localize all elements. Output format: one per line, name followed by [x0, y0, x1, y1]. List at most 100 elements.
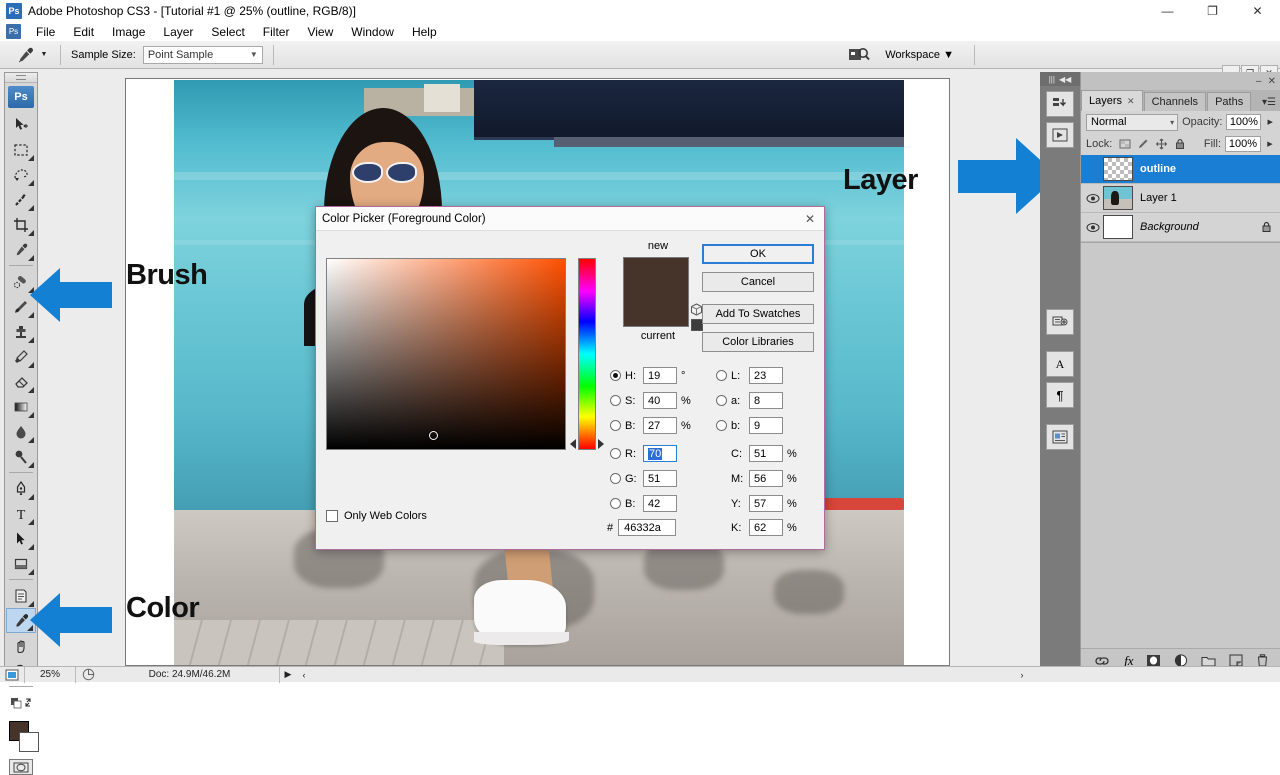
layer-thumbnail[interactable] — [1103, 215, 1133, 239]
magic-wand-tool[interactable] — [6, 187, 36, 212]
radio-blue[interactable] — [610, 498, 621, 509]
red-input[interactable]: 70 — [643, 445, 677, 462]
clone-stamp-tool[interactable] — [6, 319, 36, 344]
toolbox-app-badge[interactable]: Ps — [8, 86, 34, 108]
lock-all-icon[interactable] — [1174, 138, 1186, 150]
cancel-button[interactable]: Cancel — [702, 272, 814, 292]
character-icon[interactable]: A — [1046, 351, 1074, 377]
layer-visibility-icon[interactable] — [1083, 193, 1103, 204]
pen-tool[interactable] — [6, 476, 36, 501]
workspace-icon[interactable] — [847, 45, 871, 65]
saturation-brightness-field[interactable] — [326, 258, 566, 450]
minimize-button[interactable]: — — [1145, 0, 1190, 22]
quick-mask-icon[interactable] — [9, 759, 33, 775]
tool-preset-caret-icon[interactable]: ▼ — [38, 43, 50, 67]
status-preview-icon[interactable] — [76, 668, 100, 681]
blur-tool[interactable] — [6, 419, 36, 444]
layer-thumbnail[interactable] — [1103, 186, 1133, 210]
hue-slider[interactable] — [578, 258, 596, 450]
sample-size-select[interactable]: Point Sample ▼ — [142, 45, 263, 64]
yellow-input[interactable]: 57 — [749, 495, 783, 512]
menu-item-file[interactable]: File — [27, 23, 64, 41]
hex-input[interactable]: 46332a — [618, 519, 677, 536]
link-icon[interactable] — [1093, 655, 1111, 667]
radio-lab-l[interactable] — [716, 370, 727, 381]
blend-mode-select[interactable]: Normal ▾ — [1086, 113, 1179, 131]
radio-green[interactable] — [610, 473, 621, 484]
eraser-tool[interactable] — [6, 369, 36, 394]
ok-button[interactable]: OK — [702, 244, 814, 264]
menu-item-help[interactable]: Help — [403, 23, 446, 41]
slice-tool[interactable] — [6, 237, 36, 262]
lock-image-icon[interactable] — [1137, 138, 1149, 150]
close-icon[interactable]: ✕ — [802, 211, 818, 227]
menu-item-edit[interactable]: Edit — [64, 23, 103, 41]
blue-input[interactable]: 42 — [643, 495, 677, 512]
fill-stepper-icon[interactable]: ▶ — [1265, 140, 1275, 148]
lab-a-input[interactable]: 8 — [749, 392, 783, 409]
cyan-input[interactable]: 51 — [749, 445, 783, 462]
menu-item-select[interactable]: Select — [202, 23, 253, 41]
shape-tool[interactable] — [6, 551, 36, 576]
opacity-input[interactable]: 100% — [1226, 114, 1262, 130]
zoom-level[interactable]: 25% — [24, 666, 76, 683]
menu-item-filter[interactable]: Filter — [254, 23, 299, 41]
history-brush-tool[interactable] — [6, 344, 36, 369]
color-libraries-button[interactable]: Color Libraries — [702, 332, 814, 352]
dodge-tool[interactable] — [6, 444, 36, 469]
color-icon[interactable] — [1046, 309, 1074, 335]
collapse-icon[interactable]: ◀◀ — [1059, 75, 1071, 84]
gradient-tool[interactable] — [6, 394, 36, 419]
menu-item-window[interactable]: Window — [342, 23, 403, 41]
close-icon[interactable]: ✕ — [1127, 96, 1135, 107]
workspace-label[interactable]: Workspace ▼ — [885, 49, 954, 61]
layer-row-background[interactable]: Background — [1081, 213, 1280, 242]
lock-transparency-icon[interactable] — [1119, 138, 1131, 150]
radio-lab-a[interactable] — [716, 395, 727, 406]
radio-hue[interactable] — [610, 370, 621, 381]
background-color-swatch[interactable] — [19, 732, 39, 752]
color-field-marker[interactable] — [429, 431, 438, 440]
history-icon[interactable] — [1046, 91, 1074, 117]
layer-row-outline[interactable]: outline — [1081, 155, 1280, 184]
hue-input[interactable]: 19 — [643, 367, 677, 384]
restore-button[interactable]: ❐ — [1190, 0, 1235, 22]
green-input[interactable]: 51 — [643, 470, 677, 487]
marquee-tool[interactable] — [6, 137, 36, 162]
opacity-stepper-icon[interactable]: ▶ — [1265, 118, 1275, 126]
crop-tool[interactable] — [6, 212, 36, 237]
actions-icon[interactable] — [1046, 122, 1074, 148]
eyedropper-icon[interactable] — [12, 43, 38, 67]
layer-visibility-icon[interactable] — [1083, 222, 1103, 233]
dialog-title-bar[interactable]: Color Picker (Foreground Color) ✕ — [316, 207, 824, 231]
brightness-input[interactable]: 27 — [643, 417, 677, 434]
move-tool[interactable] — [6, 112, 36, 137]
close-button[interactable]: ✕ — [1235, 0, 1280, 22]
default-colors-icon[interactable] — [6, 690, 36, 715]
menu-app-icon[interactable]: Ps — [6, 24, 21, 39]
hue-marker-left-icon[interactable] — [570, 439, 576, 449]
menu-item-view[interactable]: View — [298, 23, 342, 41]
lock-position-icon[interactable] — [1155, 138, 1168, 150]
only-web-colors-checkbox[interactable] — [326, 510, 338, 522]
lab-l-input[interactable]: 23 — [749, 367, 783, 384]
scroll-left-icon[interactable]: ‹ — [296, 670, 312, 680]
radio-lab-b[interactable] — [716, 420, 727, 431]
layer-row-layer-1[interactable]: Layer 1 — [1081, 184, 1280, 213]
only-web-colors-row[interactable]: Only Web Colors — [326, 510, 427, 522]
status-window-icon[interactable] — [0, 669, 24, 681]
menu-item-image[interactable]: Image — [103, 23, 154, 41]
layer-thumbnail[interactable] — [1103, 157, 1133, 181]
add-to-swatches-button[interactable]: Add To Swatches — [702, 304, 814, 324]
toolbox-grip[interactable] — [5, 73, 37, 83]
black-input[interactable]: 62 — [749, 519, 783, 536]
scroll-right-icon[interactable]: › — [1014, 670, 1030, 680]
magenta-input[interactable]: 56 — [749, 470, 783, 487]
fill-input[interactable]: 100% — [1225, 136, 1261, 152]
mini-dock-grip[interactable]: ||| ◀◀ — [1040, 72, 1080, 86]
layer-comps-icon[interactable] — [1046, 424, 1074, 450]
saturation-input[interactable]: 40 — [643, 392, 677, 409]
radio-brightness[interactable] — [610, 420, 621, 431]
color-picker-dialog[interactable]: Color Picker (Foreground Color) ✕ new cu… — [315, 206, 825, 550]
status-more-icon[interactable]: ▶ — [280, 669, 296, 680]
